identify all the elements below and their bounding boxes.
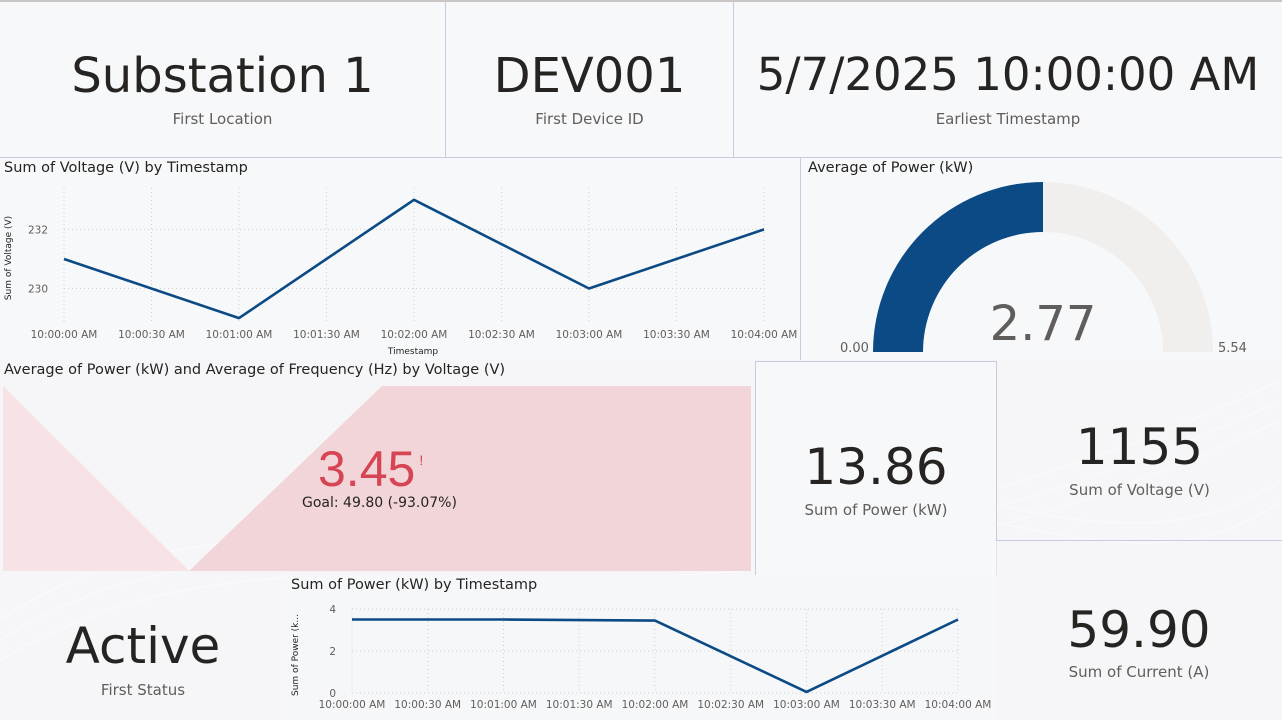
timestamp-label: Earliest Timestamp <box>935 110 1081 128</box>
kpi-visual[interactable]: Average of Power (kW) and Average of Fre… <box>0 360 755 575</box>
gauge-max-label: 5.54 <box>1218 341 1247 356</box>
timestamp-card[interactable]: 5/7/2025 10:00:00 AM Earliest Timestamp <box>734 2 1282 158</box>
kpi-goal: Goal: 49.80 (-93.07%) <box>302 495 457 511</box>
sum-current-card[interactable]: 59.90 Sum of Current (A) <box>996 541 1282 720</box>
voltage-y-tick: 230 <box>28 284 48 296</box>
sum-voltage-card[interactable]: 1155 Sum of Voltage (V) <box>997 360 1282 541</box>
sum-power-label: Sum of Power (kW) <box>804 501 948 519</box>
voltage-y-axis-title: Sum of Voltage (V) <box>4 216 14 300</box>
power-gauge[interactable]: Average of Power (kW) 2.77 0.00 5.54 <box>800 158 1282 360</box>
power-x-tick: 10:00:30 AM <box>394 699 461 711</box>
location-card[interactable]: Substation 1 First Location <box>0 2 446 158</box>
sum-current-label: Sum of Current (A) <box>1068 663 1210 681</box>
gauge-value: 2.77 <box>990 296 1097 352</box>
sum-power-value: 13.86 <box>804 438 948 496</box>
power-line-chart: Sum of Power (k... 10:00:00 AM 10:00:30 A… <box>291 604 992 711</box>
power-y-tick: 2 <box>329 646 336 658</box>
location-value: Substation 1 <box>71 48 374 104</box>
status-value: Active <box>65 617 221 675</box>
sum-current-value: 59.90 <box>1067 601 1211 659</box>
gauge-min-label: 0.00 <box>840 341 869 356</box>
voltage-y-tick: 232 <box>28 224 48 236</box>
sum-voltage-label: Sum of Voltage (V) <box>1069 481 1210 499</box>
power-x-tick: 10:00:00 AM <box>319 699 386 711</box>
voltage-x-tick: 10:00:30 AM <box>118 329 185 341</box>
voltage-x-tick: 10:02:00 AM <box>381 329 448 341</box>
power-y-axis-title: Sum of Power (k... <box>291 614 301 696</box>
power-x-tick: 10:02:30 AM <box>697 699 764 711</box>
power-x-tick: 10:04:00 AM <box>925 699 992 711</box>
power-x-tick: 10:03:00 AM <box>773 699 840 711</box>
power-x-tick: 10:01:00 AM <box>470 699 537 711</box>
status-card[interactable]: Active First Status <box>0 575 286 720</box>
kpi-value: 3.45! <box>318 440 423 498</box>
voltage-x-tick: 10:01:00 AM <box>206 329 273 341</box>
power-x-tick: 10:03:30 AM <box>849 699 916 711</box>
power-x-tick: 10:01:30 AM <box>546 699 613 711</box>
power-x-tick: 10:02:00 AM <box>622 699 689 711</box>
voltage-x-tick: 10:03:00 AM <box>556 329 623 341</box>
voltage-x-tick: 10:00:00 AM <box>31 329 98 341</box>
location-label: First Location <box>172 110 273 128</box>
voltage-x-tick: 10:03:30 AM <box>643 329 710 341</box>
voltage-chart[interactable]: Sum of Voltage (V) by Timestamp Sum of V… <box>0 158 800 360</box>
sum-voltage-value: 1155 <box>1075 418 1204 476</box>
device-value: DEV001 <box>493 48 686 104</box>
voltage-x-tick: 10:02:30 AM <box>468 329 535 341</box>
voltage-x-tick: 10:01:30 AM <box>293 329 360 341</box>
power-y-tick: 0 <box>329 688 336 700</box>
kpi-indicator: ! <box>419 452 424 468</box>
timestamp-value: 5/7/2025 10:00:00 AM <box>756 48 1260 101</box>
device-card[interactable]: DEV001 First Device ID <box>446 2 734 158</box>
device-label: First Device ID <box>535 110 644 128</box>
gauge-chart: 2.77 0.00 5.54 <box>840 182 1247 356</box>
voltage-line-chart: Sum of Voltage (V) Timestamp 10:00:00 AM… <box>4 188 798 357</box>
status-label: First Status <box>100 681 186 699</box>
sum-power-card[interactable]: 13.86 Sum of Power (kW) <box>755 361 997 576</box>
power-y-tick: 4 <box>329 604 336 616</box>
voltage-x-tick: 10:04:00 AM <box>731 329 798 341</box>
voltage-x-axis-title: Timestamp <box>387 347 439 357</box>
kpi-value-text: 3.45 <box>318 441 416 497</box>
power-chart[interactable]: Sum of Power (kW) by Timestamp Sum of Po… <box>286 575 996 720</box>
